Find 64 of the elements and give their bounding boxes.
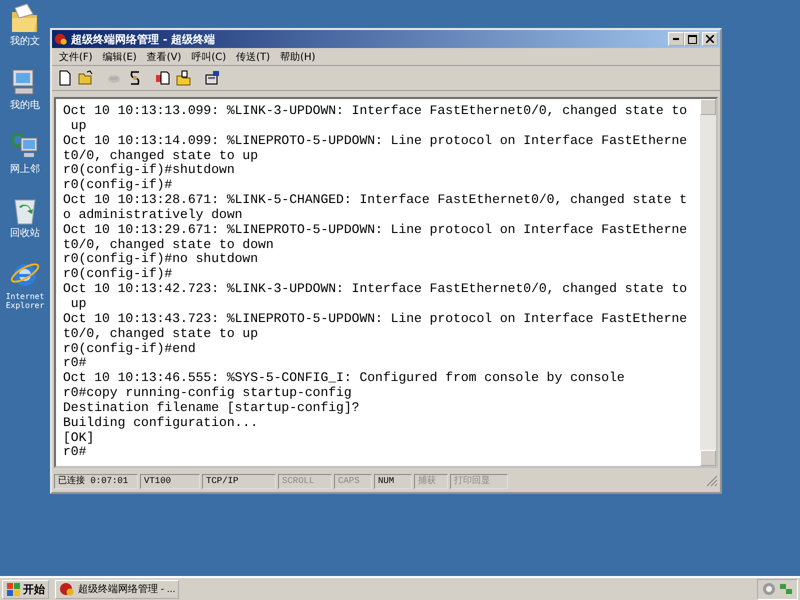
menu-item[interactable]: 传送(T) [233,50,274,64]
maximize-icon [688,34,696,44]
terminal-line: Oct 10 10:13:13.099: %LINK-3-UPDOWN: Interface FastEthernet0/0, changed state to [63,104,688,119]
status-field: 打印回显 [450,474,508,488]
terminal-line: Oct 10 10:13:28.671: %LINK-5-CHANGED: Interface FastEthernet0/0, changed state t [63,193,688,208]
terminal-line: t0/0, changed state to down [63,238,275,252]
icon-label[interactable]: 网上邻 [10,164,40,176]
folder-icon [176,70,192,86]
terminal-line: r0(config-if)# [63,267,174,282]
status-field: CAPS [334,474,372,488]
folder-icon [78,70,94,86]
terminal-line: r0(config-if)# [63,178,174,194]
app-icon [59,581,75,597]
terminal-line: Oct 10 10:13:43.723: %LINEPROTO-5-UPDOWN: Line protocol on Interface FastEtherne [63,312,688,327]
terminal-line: r0(config-if)#no shutdown [63,252,260,268]
status-field: 捕获 [414,474,448,488]
menu-item[interactable]: 帮助(H) [277,50,318,64]
menu-item[interactable]: 编辑(E) [100,50,140,64]
close-icon [706,35,714,43]
new-file-icon [57,70,73,86]
terminal-line: Oct 10 10:13:46.555: %SYS-5-CONFIG_I: Configured from console by console [63,371,626,386]
status-field: NUM [374,474,412,488]
minimize-button[interactable] [668,32,684,46]
icon-label[interactable]: 我的电 [10,100,40,112]
menu-item[interactable]: 呼叫(C) [188,50,230,64]
close-button[interactable] [702,32,718,46]
icon-label[interactable]: 回收站 [10,228,40,240]
status-field: VT100 [140,474,200,488]
volume-icon[interactable] [762,582,776,596]
minimize-icon [673,38,679,40]
app-icon [54,32,68,46]
menu-item[interactable]: 文件(F) [56,50,96,64]
status-field: SCROLL [278,474,332,488]
start-button[interactable]: 开始 [2,580,49,598]
terminal-line: Building configuration... [63,416,260,431]
taskbar-button[interactable]: 超级终端网络管理 - ... [55,580,180,598]
terminal-line: r0# [63,356,88,372]
terminal-line: t0/0, changed state to up [63,326,260,342]
window-title: 超级终端网络管理 - 超级终端 [71,32,216,46]
icon-label[interactable]: Internet Explorer [6,292,44,310]
document-icon [155,70,171,86]
terminal-line: r0# [63,445,88,460]
terminal-line: r0(config-if)#shutdown [63,163,236,178]
status-field: 已连接 0:07:01 [54,474,138,488]
terminal-line: t0/0, changed state to up [63,148,260,164]
scroll-bar[interactable] [700,99,716,466]
icon-label[interactable]: 我的文 [10,36,40,48]
maximize-button[interactable] [684,32,700,46]
menu-item[interactable]: 查看(V) [144,50,184,64]
terminal-line: r0(config-if)#end [63,342,197,356]
terminal-line: Destination filename [startup-config]? [63,400,360,416]
network-icon[interactable] [779,582,793,596]
terminal-line: Oct 10 10:13:29.671: %LINEPROTO-5-UPDOWN: Line protocol on Interface FastEtherne [63,222,688,238]
windows-logo-icon [6,581,21,597]
terminal-line: o administratively down [63,208,244,223]
resize-grip-icon[interactable] [706,475,718,487]
terminal-line: up [70,118,88,134]
terminal-line: r0#copy running-config startup-config [63,386,353,401]
terminal-line: up [70,296,88,312]
properties-icon [204,70,220,86]
terminal-line: Oct 10 10:13:42.723: %LINK-3-UPDOWN: Interface FastEthernet0/0, changed state to [63,282,688,297]
status-field: TCP/IP [202,474,276,488]
terminal-line: [OK] [63,430,96,446]
terminal-line: Oct 10 10:13:14.099: %LINEPROTO-5-UPDOWN: Line protocol on Interface FastEtherne [63,134,688,149]
